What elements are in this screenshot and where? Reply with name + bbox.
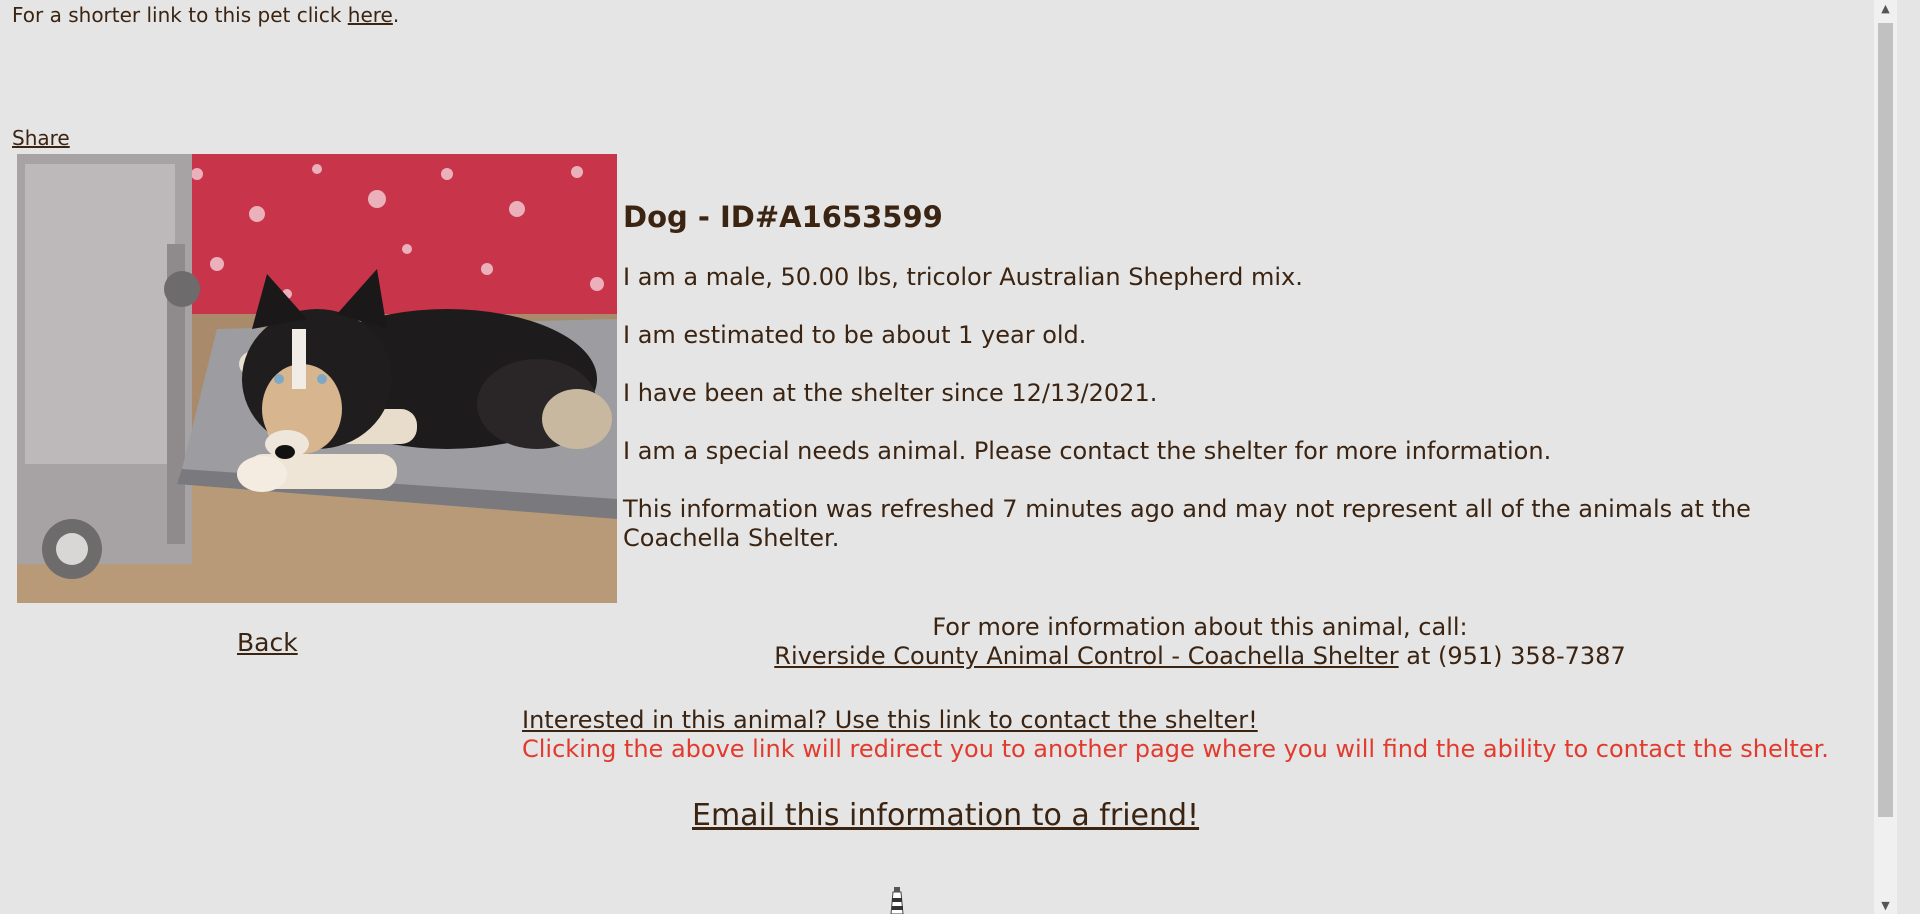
lighthouse-icon	[888, 886, 906, 914]
contact-shelter-link[interactable]: Interested in this animal? Use this link…	[522, 706, 1258, 734]
animal-info: Dog - ID#A1653599 I am a male, 50.00 lbs…	[623, 200, 1803, 582]
back-link[interactable]: Back	[237, 628, 298, 657]
animal-fact-description: I am a male, 50.00 lbs, tricolor Austral…	[623, 263, 1303, 291]
animal-title: Dog - ID#A1653599	[623, 200, 943, 234]
contact-block: For more information about this animal, …	[620, 613, 1780, 671]
short-link-line: For a shorter link to this pet click her…	[12, 3, 399, 27]
animal-fact-intake-date: I have been at the shelter since 12/13/2…	[623, 379, 1158, 407]
animal-fact-age: I am estimated to be about 1 year old.	[623, 321, 1087, 349]
page: For a shorter link to this pet click her…	[0, 0, 1897, 914]
email-friend-link[interactable]: Email this information to a friend!	[692, 798, 1199, 833]
shelter-line: Riverside County Animal Control - Coache…	[620, 642, 1780, 671]
animal-fact-special-needs: I am a special needs animal. Please cont…	[623, 437, 1552, 465]
short-link-here[interactable]: here	[348, 3, 393, 27]
redirect-note: Clicking the above link will redirect yo…	[522, 735, 1829, 763]
short-link-suffix: .	[392, 3, 400, 27]
interested-block: Interested in this animal? Use this link…	[522, 706, 1829, 764]
dog-photo	[17, 154, 617, 603]
vertical-scrollbar[interactable]: ▲ ▼	[1874, 0, 1897, 914]
call-text: For more information about this animal, …	[932, 613, 1468, 641]
scroll-up-arrow-icon[interactable]: ▲	[1874, 0, 1897, 17]
animal-fact-refresh-note: This information was refreshed 7 minutes…	[623, 495, 1751, 552]
scroll-down-arrow-icon[interactable]: ▼	[1874, 897, 1897, 914]
short-link-prefix: For a shorter link to this pet click	[12, 3, 348, 27]
shelter-link[interactable]: Riverside County Animal Control - Coache…	[774, 642, 1398, 670]
phone-text: at (951) 358-7387	[1398, 642, 1626, 670]
scrollbar-thumb[interactable]	[1878, 23, 1893, 817]
share-link[interactable]: Share	[12, 126, 70, 150]
